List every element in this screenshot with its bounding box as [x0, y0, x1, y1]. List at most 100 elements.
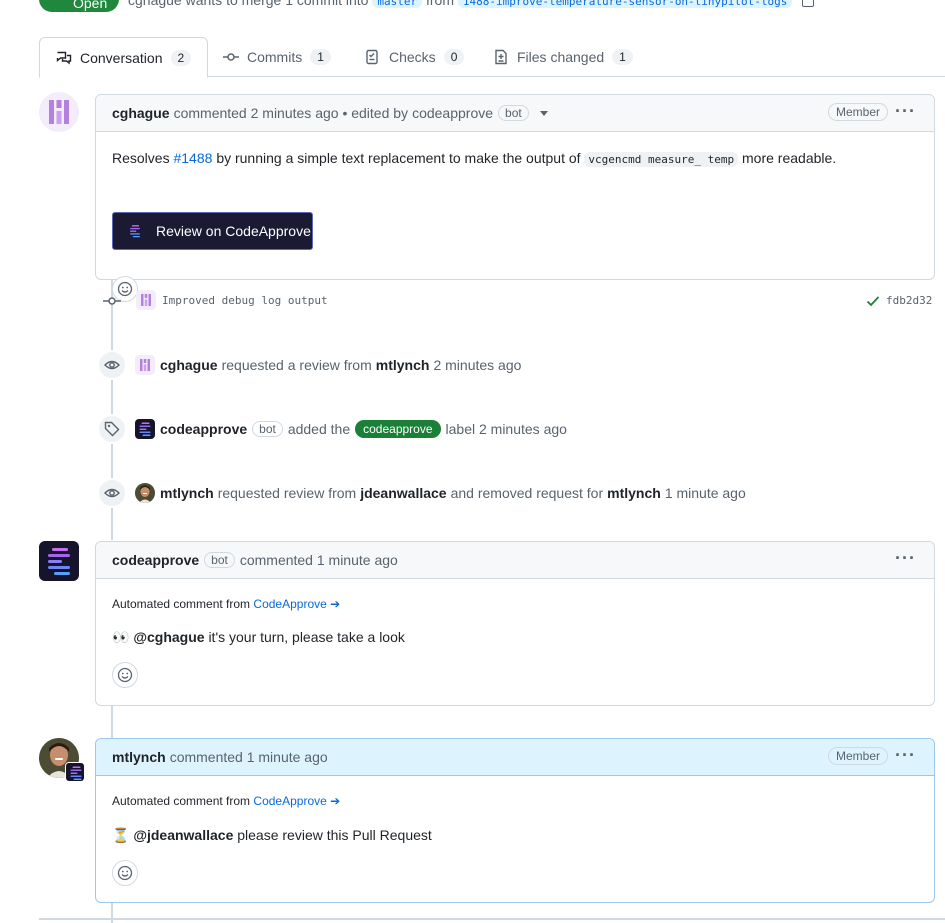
tab-checks-label: Checks: [389, 49, 436, 65]
avatar-codeapprove[interactable]: [39, 541, 79, 581]
automated-note: Automated comment from CodeApprove ➔: [112, 597, 340, 611]
event-target[interactable]: mtlynch: [376, 357, 430, 373]
event-time[interactable]: 2 minutes ago: [433, 357, 521, 373]
pr-status-badge: Open: [39, 0, 119, 12]
conversation-icon: [56, 51, 72, 64]
avatar-mtlynch-small[interactable]: [135, 483, 155, 503]
event-time[interactable]: 1 minute ago: [665, 485, 746, 501]
comment-text: Resolves #1488 by running a simple text …: [112, 150, 836, 167]
codeapprove-logo-icon: [130, 225, 140, 238]
tab-conversation[interactable]: Conversation 2: [39, 37, 209, 78]
pr-summary-text: cghague wants to merge 1 commit into: [128, 0, 369, 8]
inline-code: vcgencmd measure_ temp: [584, 152, 739, 167]
comment-author[interactable]: cghague: [112, 105, 170, 121]
event-text: requested review from: [217, 485, 357, 501]
commit-icon: [223, 53, 239, 61]
review-request-text: cghague requested a review from mtlynch …: [135, 355, 521, 375]
tab-commits-label: Commits: [247, 49, 303, 65]
tab-commits[interactable]: Commits 1: [223, 37, 331, 77]
comment-message: it's your turn, please take a look: [208, 629, 405, 645]
event-actor[interactable]: codeapprove: [160, 421, 247, 437]
comment-text: 👀 @cghague it's your turn, please take a…: [112, 629, 405, 646]
tab-files-changed-count: 1: [612, 49, 633, 65]
comment-header: codeapprove bot commented 1 minute ago ·…: [96, 542, 934, 579]
issue-link[interactable]: #1488: [173, 150, 212, 166]
timeline-line: [111, 903, 113, 923]
rerequest-event: mtlynch requested review from jdeanwalla…: [97, 478, 945, 508]
avatar-cghague-small[interactable]: [135, 355, 155, 375]
commit-sha[interactable]: fdb2d32: [886, 294, 932, 307]
tag-icon: [97, 414, 127, 444]
mention-link[interactable]: @jdeanwallace: [133, 827, 233, 843]
head-branch[interactable]: 1488-improve-temperature-sensor-on-tinyp…: [457, 0, 793, 8]
avatar-cghague[interactable]: [39, 92, 79, 132]
tab-checks[interactable]: Checks 0: [365, 37, 465, 77]
event-target[interactable]: mtlynch: [607, 485, 661, 501]
comment-header: cghague commented 2 minutes ago • edited…: [96, 95, 934, 132]
tab-conversation-label: Conversation: [80, 49, 163, 66]
tab-commits-count: 1: [310, 49, 331, 65]
codeapprove-badge-icon: [65, 762, 85, 782]
label-event: codeapprove bot added the codeapprove la…: [97, 414, 945, 444]
comment-body: Automated comment from CodeApprove ➔ 👀 @…: [96, 579, 934, 706]
mention-link[interactable]: @cghague: [133, 629, 204, 645]
review-request-event: cghague requested a review from mtlynch …: [97, 350, 945, 380]
base-branch[interactable]: master: [372, 0, 423, 8]
event-text: added the: [287, 421, 351, 437]
checklist-icon: [366, 49, 378, 65]
commit-event: Improved debug log output fdb2d32: [97, 286, 945, 316]
avatar-cghague-small[interactable]: [136, 290, 156, 310]
comment-text-prefix: Resolves: [112, 150, 170, 166]
comment-header: mtlynch commented 1 minute ago Member ··…: [96, 739, 934, 776]
comment-editor[interactable]: codeapprove: [412, 105, 493, 121]
label-codeapprove[interactable]: codeapprove: [355, 420, 441, 438]
tab-files-changed-label: Files changed: [517, 49, 605, 65]
bot-label: bot: [498, 105, 529, 121]
timeline-line: [111, 706, 113, 738]
copy-icon[interactable]: [802, 0, 815, 8]
comment-cghague: cghague commented 2 minutes ago • edited…: [95, 94, 935, 302]
bot-label: bot: [204, 552, 235, 568]
edit-history-chevron-down-icon[interactable]: [539, 110, 548, 116]
event-actor[interactable]: cghague: [160, 357, 218, 373]
comment-options-kebab-icon[interactable]: ···: [895, 746, 916, 764]
comment-options-kebab-icon[interactable]: ···: [895, 549, 916, 567]
comment-meta: commented 1 minute ago: [169, 749, 328, 765]
tab-checks-count: 0: [443, 49, 465, 65]
eye-icon: [97, 478, 127, 508]
pr-tabs: Conversation 2 Commits 1 Checks 0 Files …: [39, 37, 945, 78]
automated-prefix: Automated comment from: [112, 794, 251, 808]
label-event-text: codeapprove bot added the codeapprove la…: [135, 419, 567, 439]
codeapprove-link[interactable]: CodeApprove ➔: [253, 794, 340, 808]
check-icon[interactable]: [866, 295, 880, 307]
tab-files-changed[interactable]: Files changed 1: [493, 37, 633, 77]
eye-icon: [97, 350, 127, 380]
comment-body: Automated comment from CodeApprove ➔ ⏳ @…: [96, 776, 934, 903]
rerequest-text: mtlynch requested review from jdeanwalla…: [135, 483, 746, 503]
commit-icon: [103, 297, 121, 305]
comment-meta: commented 1 minute ago: [239, 552, 398, 568]
automated-prefix: Automated comment from: [112, 597, 251, 611]
comment-author[interactable]: mtlynch: [112, 749, 166, 765]
eyes-emoji-icon: 👀: [112, 629, 130, 645]
add-reaction-smiley-icon[interactable]: [112, 662, 138, 688]
add-reaction-smiley-icon[interactable]: [112, 860, 138, 886]
tab-conversation-count: 2: [170, 49, 192, 66]
comment-author[interactable]: codeapprove: [112, 552, 199, 568]
pr-status-label: Open: [73, 0, 108, 11]
comment-codeapprove: codeapprove bot commented 1 minute ago ·…: [95, 541, 935, 706]
review-on-codeapprove-button[interactable]: Review on CodeApprove: [112, 212, 313, 250]
commit-message[interactable]: Improved debug log output: [162, 294, 328, 307]
avatar-codeapprove-small[interactable]: [135, 419, 155, 439]
event-target[interactable]: jdeanwallace: [360, 485, 446, 501]
codeapprove-avatar-image: [39, 541, 79, 581]
comment-message: please review this Pull Request: [237, 827, 432, 843]
comment-options-kebab-icon[interactable]: ···: [895, 102, 916, 120]
bot-label: bot: [252, 421, 283, 437]
codeapprove-link[interactable]: CodeApprove ➔: [253, 597, 340, 611]
automated-note: Automated comment from CodeApprove ➔: [112, 794, 340, 808]
comment-text-mid: by running a simple text replacement to …: [216, 150, 581, 166]
review-button-label: Review on CodeApprove: [156, 223, 311, 239]
event-text: and removed request for: [450, 485, 604, 501]
event-actor[interactable]: mtlynch: [160, 485, 214, 501]
